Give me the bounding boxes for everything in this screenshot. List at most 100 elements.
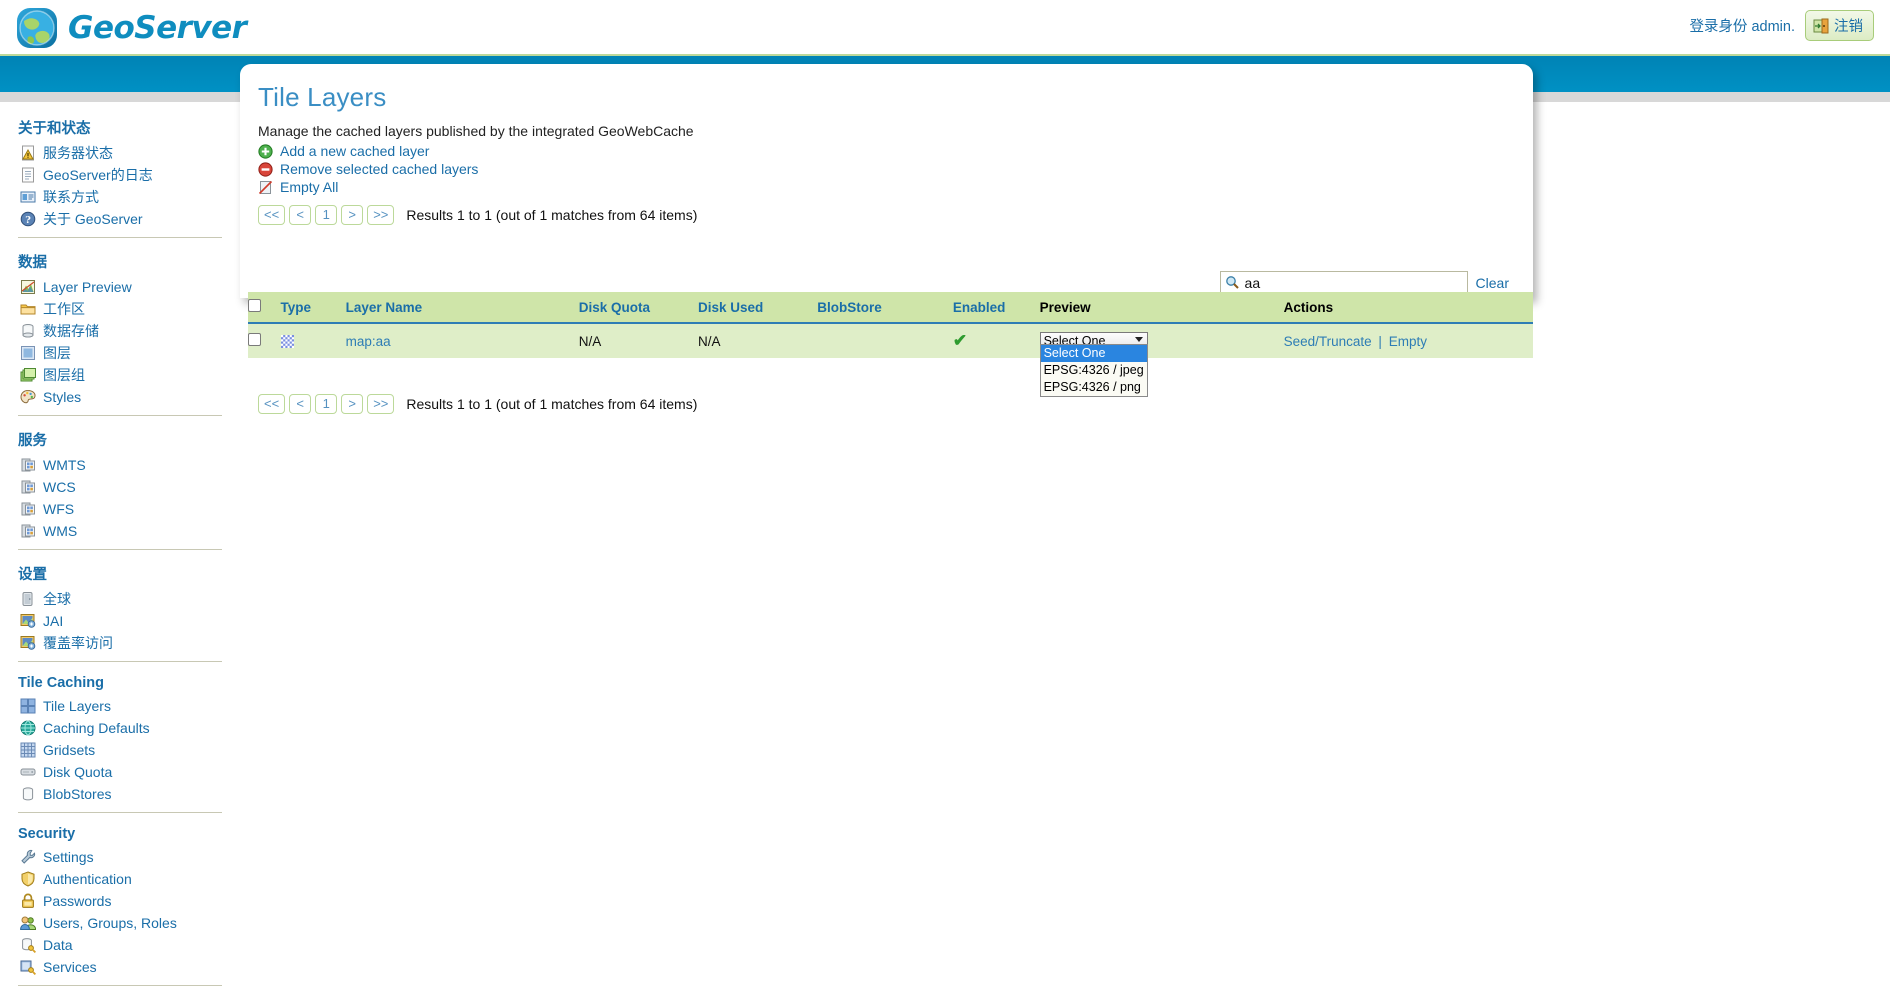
sidebar-item-label: Authentication [43,871,132,887]
pager-first-button[interactable]: << [258,205,286,225]
empty-link[interactable]: Empty [1389,334,1427,349]
select-all-checkbox[interactable] [248,299,261,312]
chevron-down-icon [1134,336,1143,342]
preview-option[interactable]: EPSG:4326 / png [1041,379,1147,396]
sidebar-item-label: GeoServer的日志 [43,167,153,183]
sidebar-item-caching-defaults[interactable]: Caching Defaults [18,717,224,739]
login-area: 登录身份 admin. 注销 [1689,10,1874,41]
sidebar-divider [18,549,222,550]
sidebar-item-users-groups-roles[interactable]: Users, Groups, Roles [18,912,224,934]
sidebar-item-label: 数据存储 [43,323,99,339]
pager-bottom: << < 1 > >> Results 1 to 1 (out of 1 mat… [258,394,697,414]
row-layer-name-cell: map:aa [346,323,579,358]
layer-name-link[interactable]: map:aa [346,334,391,349]
pager-page-button[interactable]: 1 [315,205,338,225]
table-row: map:aa N/A N/A ✔ Select One Select One EP… [248,323,1533,397]
pager-results-text: Results 1 to 1 (out of 1 matches from 64… [406,207,698,223]
brand-logo[interactable]: GeoServer [14,5,247,51]
empty-all-icon [258,180,273,194]
pager-first-button-bottom[interactable]: << [258,394,286,414]
sidebar-item-[interactable]: 工作区 [18,298,224,320]
enabled-check-icon: ✔ [952,331,968,350]
header-disk-quota[interactable]: Disk Quota [578,292,699,324]
sidebar-item-label: Layer Preview [43,279,132,295]
sidebar-item-data[interactable]: Data [18,934,224,956]
preview-option-list[interactable]: Select One EPSG:4326 / jpeg EPSG:4326 / pn… [1039,344,1148,397]
sidebar-group: 数据 Layer Preview 工作区 数据存储 图层 图层组 Styles [18,242,224,416]
sidebar-item-disk-quota[interactable]: Disk Quota [18,761,224,783]
svg-text:?: ? [25,215,31,226]
logout-button[interactable]: 注销 [1805,10,1874,41]
sidebar-item-label: 联系方式 [43,189,99,205]
sidebar-item-[interactable]: 图层 [18,342,224,364]
sidebar-item-jai[interactable]: JAI [18,610,224,632]
sidebar-item-wcs[interactable]: WCS [18,476,224,498]
logout-door-icon [1813,18,1829,33]
sidebar-item-gridsets[interactable]: Gridsets [18,739,224,761]
sidebar-item-geoserver[interactable]: ? 关于 GeoServer [18,208,224,230]
sidebar-item-blobstores[interactable]: BlobStores [18,783,224,805]
sidebar-item-authentication[interactable]: Authentication [18,868,224,890]
sidebar-item-label: Disk Quota [43,764,113,780]
sidebar-item-[interactable]: 数据存储 [18,320,224,342]
seed-truncate-link[interactable]: Seed/Truncate [1284,334,1372,349]
sidebar-item-passwords[interactable]: Passwords [18,890,224,912]
sidebar-item-label: Tile Layers [43,698,111,714]
preview-option[interactable]: EPSG:4326 / jpeg [1041,362,1147,379]
sidebar-group-title: 设置 [18,567,47,583]
sidebar-item-wfs[interactable]: WFS [18,498,224,520]
sidebar-item-[interactable]: 联系方式 [18,186,224,208]
sidebar-group-title: Security [18,826,76,842]
sidebar-item-[interactable]: 服务器状态 [18,142,224,164]
sidebar-item-tile-layers[interactable]: Tile Layers [18,695,224,717]
command-empty-all[interactable]: Empty All [258,179,1533,195]
header-blobstore[interactable]: BlobStore [817,292,953,324]
search-input[interactable] [1242,272,1463,293]
sidebar-group: Tile Caching Tile Layers Caching Defaults G… [18,666,224,813]
row-checkbox[interactable] [248,333,261,346]
pager-last-button-bottom[interactable]: >> [367,394,395,414]
sidebar-item-layer-preview[interactable]: Layer Preview [18,276,224,298]
command-label: Remove selected cached layers [280,161,479,177]
header-type[interactable]: Type [280,292,346,324]
pager-page-button-bottom[interactable]: 1 [315,394,338,414]
pager-next-button-bottom[interactable]: > [341,394,364,414]
pager-prev-button[interactable]: < [289,205,312,225]
sidebar-item-wms[interactable]: WMS [18,520,224,542]
sidebar-item-[interactable]: 图层组 [18,364,224,386]
add-circle-icon [258,143,273,159]
search-box[interactable] [1219,271,1468,294]
preview-option[interactable]: Select One [1040,345,1147,362]
pager-prev-button-bottom[interactable]: < [289,394,312,414]
sidebar-divider [18,237,222,238]
sidebar-item-[interactable]: 覆盖率访问 [18,632,224,654]
layer-icon [21,346,35,360]
sidebar-item-styles[interactable]: Styles [18,386,224,408]
sidebar-item-settings[interactable]: Settings [18,846,224,868]
sidebar-item-geoserver[interactable]: GeoServer的日志 [18,164,224,186]
header-enabled[interactable]: Enabled [952,292,1040,324]
command-label: Empty All [280,179,339,195]
header-disk-used[interactable]: Disk Used [698,292,818,324]
data-key-icon [22,938,36,953]
sidebar-item-services[interactable]: Services [18,956,224,978]
command-add-a-new-cached-layer[interactable]: Add a new cached layer [258,143,1533,159]
clear-search-link[interactable]: Clear [1476,275,1509,291]
sidebar-item-label: WMS [43,523,78,539]
header-layer-name[interactable]: Layer Name [345,292,579,324]
sidebar-item-label: Caching Defaults [43,720,150,736]
sidebar-item-label: 图层组 [43,367,85,383]
services-key-icon [20,960,36,975]
pager-last-button[interactable]: >> [367,205,395,225]
header-preview: Preview [1039,292,1284,324]
globe-icon [17,8,57,48]
sidebar-item-label: WFS [43,501,75,517]
sidebar-item-wmts[interactable]: WMTS [18,454,224,476]
pager-next-button[interactable]: > [341,205,364,225]
command-remove-selected-cached-layers[interactable]: Remove selected cached layers [258,161,1533,177]
blobstores-icon [22,787,34,801]
logout-label: 注销 [1834,19,1863,35]
sidebar-item-[interactable]: 全球 [18,588,224,610]
search-area: Clear [1219,271,1509,294]
sidebar-item-label: Gridsets [43,742,96,758]
